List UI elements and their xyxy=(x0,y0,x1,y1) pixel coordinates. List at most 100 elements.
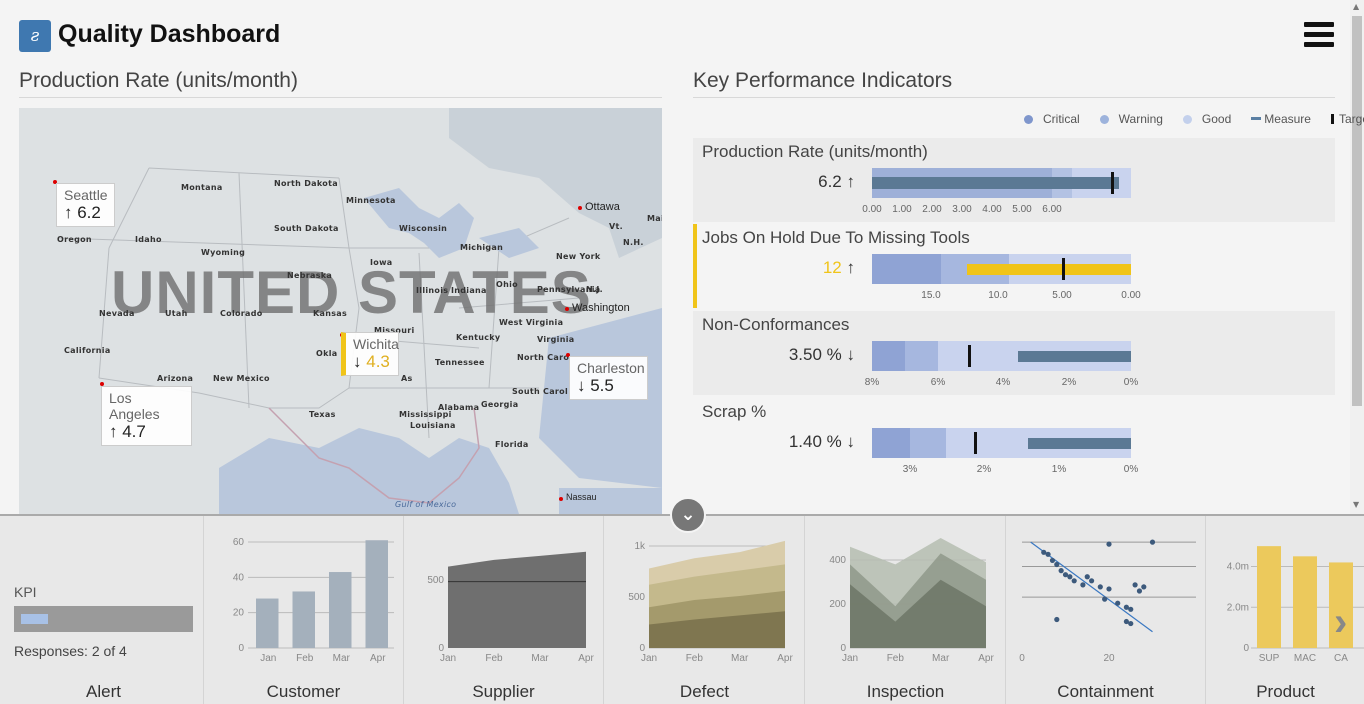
scroll-up-icon[interactable]: ▲ xyxy=(1353,2,1359,11)
scroll-down-icon[interactable]: ▼ xyxy=(1353,500,1359,509)
kpi-scrap[interactable]: Scrap % 1.40 % ↓ 3% 2% 1% 0% xyxy=(693,398,1335,482)
trend-up-icon: ↑ xyxy=(846,172,856,191)
state-label: Nevada xyxy=(99,309,135,318)
production-map[interactable]: UNITED STATES Montana North Dakota Minneso… xyxy=(19,108,662,514)
kpi-tick-label: 2% xyxy=(976,464,992,475)
bar xyxy=(1293,556,1317,648)
tile-caption: Alert xyxy=(86,682,121,701)
next-arrow-icon[interactable]: › xyxy=(1334,600,1347,645)
state-label: Ohio xyxy=(496,280,518,289)
city-name: Seattle xyxy=(64,187,108,203)
state-label: Utah xyxy=(165,309,188,318)
kpi-legend: Critical Warning Good Measure Target xyxy=(1024,112,1364,126)
tile-containment[interactable]: 0 20 Containment xyxy=(1006,516,1206,704)
kpi-target-marker xyxy=(974,432,977,454)
state-label: N.H. xyxy=(623,238,644,247)
state-label: Florida xyxy=(495,440,529,449)
tick-label: Feb xyxy=(686,653,704,664)
area-series xyxy=(448,551,586,648)
legend-swatch-icon xyxy=(1182,115,1192,124)
hamburger-menu-icon[interactable] xyxy=(1304,22,1334,48)
city-value: ↑ 4.7 xyxy=(109,422,146,441)
tick-label: Mar xyxy=(932,653,950,664)
scatter-point xyxy=(1128,606,1134,612)
state-label: Louisiana xyxy=(410,421,456,430)
app-title: Quality Dashboard xyxy=(58,20,281,48)
city-label: Ottawa xyxy=(585,201,620,213)
bar xyxy=(256,598,279,648)
map-card-seattle[interactable]: Seattle ↑ 6.2 xyxy=(56,183,115,227)
state-label: Oregon xyxy=(57,235,92,244)
state-label: Minnesota xyxy=(346,196,396,205)
tile-supplier[interactable]: 0 500 Jan Feb Mar Apr Supplier xyxy=(404,516,604,704)
tile-caption: Defect xyxy=(679,682,730,701)
legend-item: Good xyxy=(1182,112,1241,126)
scatter-point xyxy=(1106,541,1112,547)
kpi-tick-label: 0% xyxy=(1123,464,1139,475)
tick-label: Apr xyxy=(777,653,793,664)
tile-customer[interactable]: 0 20 40 60 Jan Feb Mar Apr Customer xyxy=(204,516,404,704)
trend-up-icon: ↑ xyxy=(846,258,856,277)
legend-item: Target xyxy=(1330,112,1364,126)
kpi-jobs-on-hold[interactable]: Jobs On Hold Due To Missing Tools 12 ↑ 1… xyxy=(693,224,1335,308)
tick-label: Feb xyxy=(296,653,314,664)
state-label: Kentucky xyxy=(456,333,501,342)
state-label: New Mexico xyxy=(213,374,270,383)
kpi-value: 6.2 ↑ xyxy=(818,172,856,191)
kpi-tick-label: 6% xyxy=(930,377,946,388)
tile-caption: Customer xyxy=(266,682,341,701)
kpi-title: Production Rate (units/month) xyxy=(702,142,928,161)
tick-label: 4.0m xyxy=(1227,562,1249,573)
scatter-point xyxy=(1067,574,1073,580)
state-label: Wisconsin xyxy=(399,224,448,233)
scatter-point xyxy=(1097,584,1103,590)
kpi-tick-label: 10.0 xyxy=(988,290,1008,301)
map-card-charleston[interactable]: Charleston ↓ 5.5 xyxy=(569,356,648,400)
chart-tiles: KPI Responses: 2 of 4 Alert 0 20 40 60 Jan Fe… xyxy=(0,514,1364,704)
kpi-target-marker xyxy=(968,345,971,367)
legend-swatch-icon xyxy=(1099,115,1109,124)
tile-defect[interactable]: 0 500 1k Jan Feb Mar Apr Defect xyxy=(605,516,805,704)
scatter-point xyxy=(1045,551,1051,557)
scatter-point xyxy=(1080,582,1086,588)
state-label: New York xyxy=(556,252,601,261)
page-scrollbar[interactable]: ▲ ▼ xyxy=(1350,0,1364,514)
state-label: As xyxy=(401,374,413,383)
alert-progress-fill xyxy=(21,614,48,624)
tile-alert[interactable]: KPI Responses: 2 of 4 Alert xyxy=(4,516,204,704)
bar xyxy=(329,572,352,648)
map-card-wichita[interactable]: Wichita ↓ 4.3 xyxy=(341,332,399,376)
collapse-chevron-icon[interactable]: ⌄ xyxy=(670,497,706,533)
state-label: Georgia xyxy=(481,400,519,409)
kpi-section-title: Key Performance Indicators xyxy=(693,69,953,92)
kpi-tick-label: 6.00 xyxy=(1042,204,1062,215)
scatter-point xyxy=(1136,588,1143,594)
scatter-point xyxy=(1054,561,1060,568)
legend-label: Critical xyxy=(1043,112,1080,126)
city-marker xyxy=(565,307,569,311)
tick-label: SUP xyxy=(1259,653,1280,664)
tick-label: 60 xyxy=(233,537,245,548)
tick-label: Jan xyxy=(440,653,456,664)
kpi-non-conformances[interactable]: Non-Conformances 3.50 % ↓ 8% 6% 4% 2% 0% xyxy=(693,311,1335,395)
tile-caption: Product xyxy=(1256,682,1315,701)
state-label: Iowa xyxy=(370,258,393,267)
scatter-point xyxy=(1149,539,1156,545)
state-label: Montana xyxy=(181,183,223,192)
scrollbar-thumb[interactable] xyxy=(1352,16,1362,406)
tile-caption: Supplier xyxy=(472,682,535,701)
tile-caption: Inspection xyxy=(866,682,945,701)
kpi-tick-label: 5.00 xyxy=(1052,290,1072,301)
state-label: North Dakota xyxy=(274,179,338,188)
tick-label: 500 xyxy=(427,575,444,586)
map-card-los-angeles[interactable]: Los Angeles ↑ 4.7 xyxy=(101,386,192,446)
kpi-value: 1.40 % ↓ xyxy=(788,432,855,451)
city-value: ↑ 6.2 xyxy=(64,203,101,222)
state-label: Colorado xyxy=(220,309,263,318)
tile-inspection[interactable]: 0 200 400 Jan Feb Mar Apr Inspection xyxy=(806,516,1006,704)
kpi-production-rate[interactable]: Production Rate (units/month) 6.2 ↑ 0.00… xyxy=(693,138,1335,222)
state-label: Illinois xyxy=(416,286,449,295)
kpi-tick-label: 3% xyxy=(902,464,918,475)
bar xyxy=(292,591,315,648)
legend-swatch-icon xyxy=(1251,117,1262,120)
